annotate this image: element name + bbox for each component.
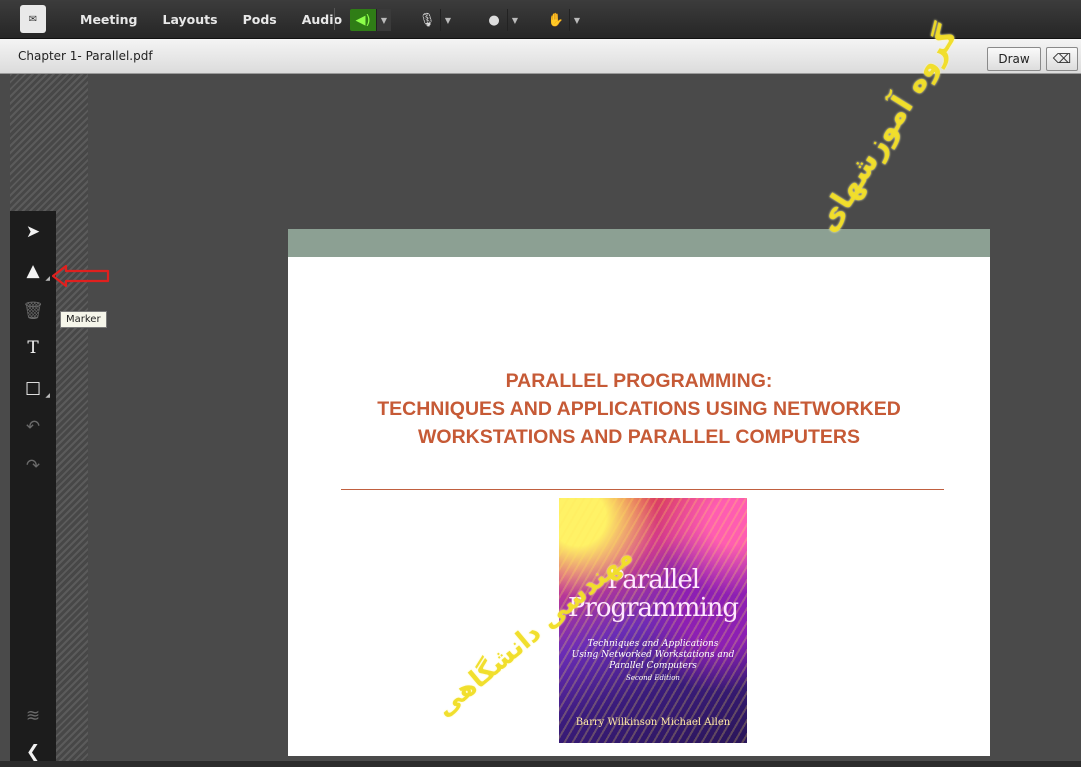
slide-title-line: TECHNIQUES AND APPLICATIONS USING NETWOR… xyxy=(377,398,901,420)
eraser-button[interactable]: ⌫ xyxy=(1046,47,1078,71)
slide-header-band xyxy=(288,229,990,257)
cover-authors: Barry Wilkinson Michael Allen xyxy=(575,717,731,728)
toolbar-separator xyxy=(334,8,335,30)
undo-button[interactable]: ↶ xyxy=(10,412,56,442)
selection-tool[interactable]: ➤ xyxy=(10,217,56,247)
rectangle-icon: □ xyxy=(24,378,42,398)
menu-meeting[interactable]: Meeting xyxy=(80,12,138,27)
app-logo: ✉ xyxy=(20,5,46,33)
undo-icon: ↶ xyxy=(25,417,41,437)
speaker-on-icon: ◀) xyxy=(350,9,376,31)
chevron-down-icon[interactable]: ▼ xyxy=(569,9,584,31)
marker-icon: ▲ xyxy=(26,261,40,281)
menu-audio[interactable]: Audio xyxy=(302,12,342,27)
divider xyxy=(341,489,944,490)
chevron-left-icon: ❮ xyxy=(25,742,41,762)
marker-tool[interactable]: ▲ ◢ xyxy=(10,256,56,286)
webcam-icon: ● xyxy=(488,12,500,28)
pointer-icon: ➤ xyxy=(25,222,41,242)
raise-hand-icon: ✋ xyxy=(547,12,565,28)
chevron-down-icon[interactable]: ▼ xyxy=(376,9,391,31)
layers-icon: ≋ xyxy=(25,706,41,726)
slide-title: PARALLEL PROGRAMMING: TECHNIQUES AND APP… xyxy=(288,367,990,451)
slide-title-line: PARALLEL PROGRAMMING: xyxy=(505,370,773,392)
top-menu-bar: ✉ Meeting Layouts Pods Audio ◀) ▼ 🎙 ▼ ● … xyxy=(0,0,1081,39)
shape-tool[interactable]: □ ◢ xyxy=(10,373,56,403)
text-tool[interactable]: T xyxy=(10,333,56,363)
microphone-button[interactable]: 🎙 ▼ xyxy=(414,9,455,31)
cover-edition: Second Edition xyxy=(626,674,680,682)
raise-hand-button[interactable]: ✋ ▼ xyxy=(543,9,584,31)
slide-page: PARALLEL PROGRAMMING: TECHNIQUES AND APP… xyxy=(288,229,990,756)
microphone-icon: 🎙 xyxy=(418,12,436,28)
chevron-down-icon[interactable]: ▼ xyxy=(440,9,455,31)
cover-subtitle-line: Parallel Computers xyxy=(609,661,697,671)
submenu-corner-icon: ◢ xyxy=(45,275,50,282)
collapse-toolbar-button[interactable]: ❮ xyxy=(10,737,56,767)
tooltip: Marker xyxy=(60,311,107,328)
redo-button[interactable]: ↷ xyxy=(10,451,56,481)
submenu-corner-icon: ◢ xyxy=(45,392,50,399)
cover-subtitle-line: Using Networked Workstations and xyxy=(571,650,735,660)
slide-title-line: WORKSTATIONS AND PARALLEL COMPUTERS xyxy=(418,426,860,448)
cover-subtitle: Techniques and Applications Using Networ… xyxy=(559,639,747,672)
draw-button[interactable]: Draw xyxy=(987,47,1041,71)
chevron-down-icon[interactable]: ▼ xyxy=(507,9,522,31)
delete-tool[interactable]: 🗑 xyxy=(10,296,56,326)
cover-subtitle-line: Techniques and Applications xyxy=(587,639,719,649)
speaker-button[interactable]: ◀) ▼ xyxy=(350,9,391,31)
drawing-toolbar: ➤ ▲ ◢ 🗑 T □ ◢ ↶ ↷ ≋ ❮ xyxy=(10,211,56,762)
layers-button[interactable]: ≋ xyxy=(10,701,56,731)
webcam-button[interactable]: ● ▼ xyxy=(481,9,522,31)
redo-icon: ↷ xyxy=(25,456,41,476)
menu-pods[interactable]: Pods xyxy=(243,12,277,27)
pod-title: Chapter 1- Parallel.pdf xyxy=(18,49,153,63)
annotation-arrow-icon xyxy=(52,265,110,287)
text-icon: T xyxy=(27,338,39,358)
book-cover-image: Parallel Programming Techniques and Appl… xyxy=(559,498,747,743)
main-menu: Meeting Layouts Pods Audio xyxy=(80,0,367,38)
menu-layouts[interactable]: Layouts xyxy=(163,12,218,27)
trash-icon: 🗑 xyxy=(22,301,44,321)
eraser-icon: ⌫ xyxy=(1052,51,1072,67)
